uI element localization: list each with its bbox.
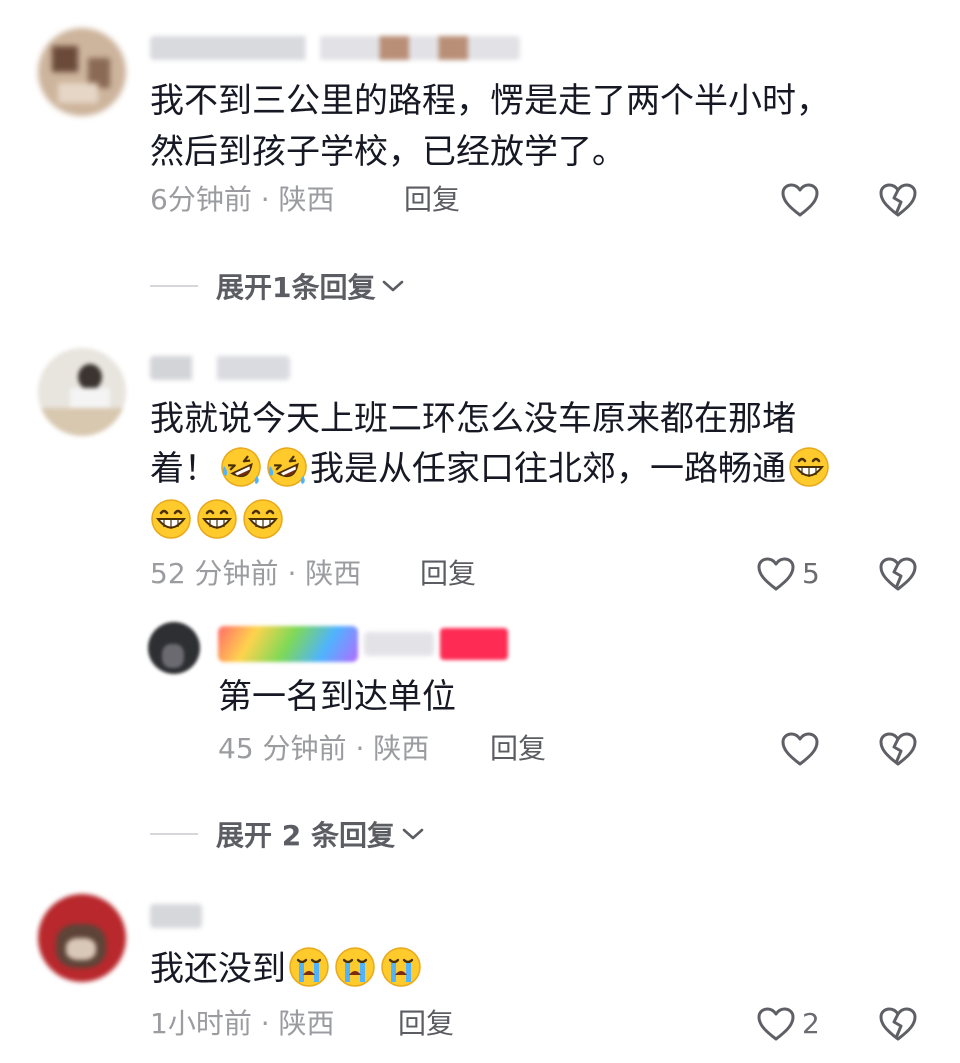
like-count: 2 xyxy=(802,1007,820,1040)
like-count: 5 xyxy=(802,557,820,590)
comment-time: 1小时前 xyxy=(150,1007,252,1040)
reply-text: 第一名到达单位 xyxy=(218,677,456,717)
rolling-laughing-emoji xyxy=(266,446,308,488)
reply-button[interactable]: 回复 xyxy=(420,556,476,592)
heart-outline-icon[interactable] xyxy=(756,1006,796,1042)
comment-text-line: 我就说今天上班二环怎么没车原来都在那堵 xyxy=(150,399,796,439)
username[interactable] xyxy=(150,36,520,60)
comment-meta: 6分钟前 · 陕西 xyxy=(150,182,335,218)
comment-text-segment: 我还没到 xyxy=(150,949,286,989)
comment-text-line: 我还没到 xyxy=(150,942,424,996)
broken-heart-icon[interactable] xyxy=(878,1006,918,1042)
crying-emoji xyxy=(288,946,330,988)
comment-text-line: 然后到孩子学校，已经放学了。 xyxy=(150,132,626,172)
chevron-down-icon xyxy=(402,828,424,840)
expand-replies-button[interactable]: 展开1条回复 xyxy=(150,266,405,306)
comment-location: 陕西 xyxy=(305,557,362,590)
grinning-emoji xyxy=(242,498,284,540)
avatar[interactable] xyxy=(38,28,126,116)
crying-emoji xyxy=(334,946,376,988)
chevron-down-icon xyxy=(383,280,404,292)
reply-button[interactable]: 回复 xyxy=(490,731,546,767)
comment-text-segment: 我是从任家口往北郊，一路畅通 xyxy=(310,449,786,489)
expand-replies-button[interactable]: 展开 2 条回复 xyxy=(150,814,425,854)
broken-heart-icon[interactable] xyxy=(878,731,918,767)
reply-location: 陕西 xyxy=(373,732,430,765)
comment-text-line: 着！ 我是从任家口往北郊，一路畅通 xyxy=(150,442,832,496)
username[interactable] xyxy=(150,904,202,928)
comment-meta: 52 分钟前 · 陕西 xyxy=(150,556,361,592)
reply-button[interactable]: 回复 xyxy=(398,1006,454,1042)
grinning-emoji xyxy=(150,498,192,540)
comment-meta: 1小时前 · 陕西 xyxy=(150,1006,335,1042)
meta-separator: · xyxy=(287,557,297,590)
broken-heart-icon[interactable] xyxy=(878,556,918,592)
comment-time: 52 分钟前 xyxy=(150,557,279,590)
username[interactable] xyxy=(218,624,508,666)
broken-heart-icon[interactable] xyxy=(878,182,918,218)
comment-emoji-line xyxy=(148,494,286,548)
heart-outline-icon[interactable] xyxy=(756,556,796,592)
avatar[interactable] xyxy=(38,348,126,436)
divider-line xyxy=(150,833,198,835)
reply-time: 45 分钟前 xyxy=(218,732,347,765)
grinning-emoji xyxy=(788,446,830,488)
avatar[interactable] xyxy=(148,622,200,674)
rolling-laughing-emoji xyxy=(220,446,262,488)
grinning-emoji xyxy=(196,498,238,540)
heart-outline-icon[interactable] xyxy=(780,182,820,218)
comment-location: 陕西 xyxy=(278,183,335,216)
reply-button[interactable]: 回复 xyxy=(404,182,460,218)
expand-replies-label: 展开1条回复 xyxy=(216,271,376,304)
meta-separator: · xyxy=(260,183,270,216)
avatar[interactable] xyxy=(38,894,126,982)
comment-location: 陕西 xyxy=(278,1007,335,1040)
user-badge xyxy=(440,628,508,660)
divider-line xyxy=(150,285,198,287)
meta-separator: · xyxy=(260,1007,270,1040)
comment-text-line: 我不到三公里的路程，愣是走了两个半小时， xyxy=(150,81,830,121)
reply-meta: 45 分钟前 · 陕西 xyxy=(218,731,429,767)
comment-time: 6分钟前 xyxy=(150,183,252,216)
comment-text-segment: 着！ xyxy=(150,449,218,489)
expand-replies-label: 展开 2 条回复 xyxy=(216,819,395,852)
username[interactable] xyxy=(150,356,290,380)
meta-separator: · xyxy=(355,732,365,765)
heart-outline-icon[interactable] xyxy=(780,731,820,767)
crying-emoji xyxy=(380,946,422,988)
